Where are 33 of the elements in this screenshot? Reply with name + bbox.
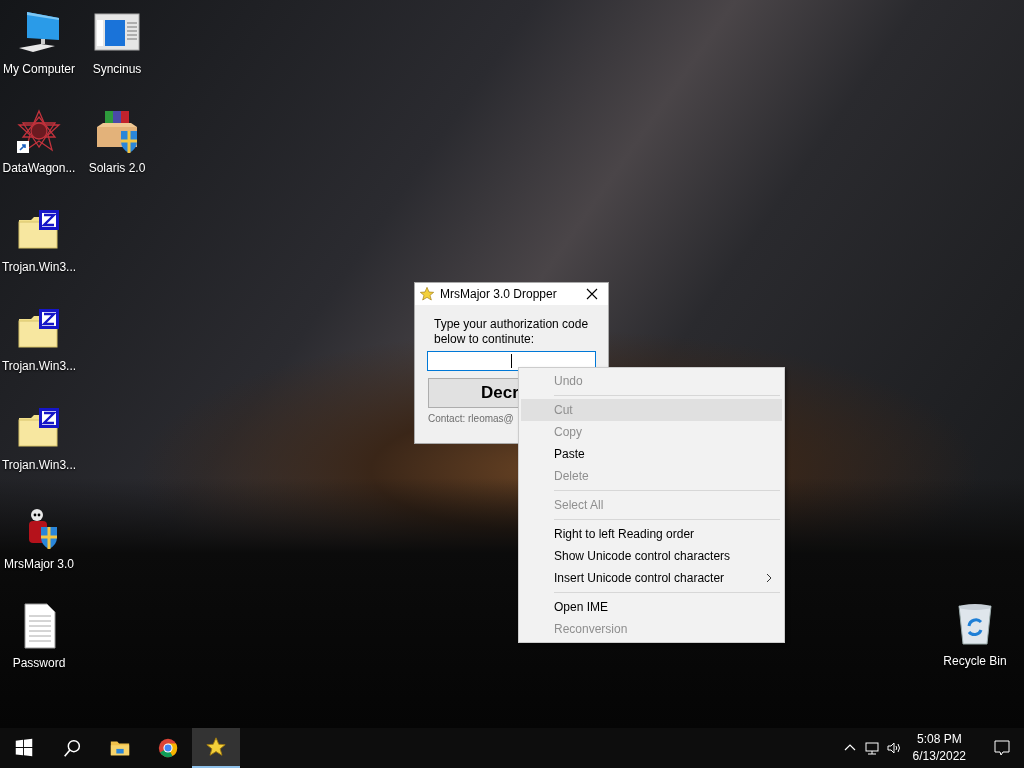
star-shortcut-icon[interactable] xyxy=(15,107,63,155)
icon-label: MrsMajor 3.0 xyxy=(4,557,74,571)
volume-icon[interactable] xyxy=(885,740,902,756)
prompt-text: Type your authorization code below to continute: xyxy=(434,317,590,347)
star-button[interactable] xyxy=(192,728,240,768)
start-icon xyxy=(13,737,35,759)
clock-time: 5:08 PM xyxy=(916,731,962,748)
menu-item[interactable]: Open IME xyxy=(521,596,782,618)
star-icon xyxy=(419,286,435,302)
window-title: MrsMajor 3.0 Dropper xyxy=(440,287,558,301)
icon-label: Trojan.Win3... xyxy=(1,458,77,472)
clock[interactable]: 5:08 PM 6/13/2022 xyxy=(904,731,974,765)
notification-icon[interactable] xyxy=(993,739,1011,757)
icon-label: Trojan.Win3... xyxy=(1,359,77,373)
clock-date: 6/13/2022 xyxy=(912,748,966,765)
contact-text: Contact: rleomas@ xyxy=(428,413,515,424)
icon-label: DataWagon... xyxy=(2,161,76,175)
browser-icon xyxy=(157,737,179,759)
icon-label: Password xyxy=(12,656,66,670)
menu-item[interactable]: Right to left Reading order xyxy=(521,523,782,545)
icon-label: Solaris 2.0 xyxy=(88,161,146,175)
menu-item[interactable]: Insert Unicode control character xyxy=(521,567,782,589)
icon-label: Syncinus xyxy=(92,62,142,76)
icon-label: Trojan.Win3... xyxy=(1,260,77,274)
search-icon xyxy=(61,737,83,759)
star-icon xyxy=(205,736,227,758)
icon-label: My Computer xyxy=(3,62,75,76)
menu-item[interactable]: Show Unicode control characters xyxy=(521,545,782,567)
network-icon[interactable] xyxy=(863,740,880,756)
menu-item[interactable]: Paste xyxy=(521,443,782,465)
icon-label: Recycle Bin xyxy=(943,654,1007,668)
close-icon[interactable] xyxy=(586,288,598,300)
code-input-field[interactable] xyxy=(427,351,596,371)
